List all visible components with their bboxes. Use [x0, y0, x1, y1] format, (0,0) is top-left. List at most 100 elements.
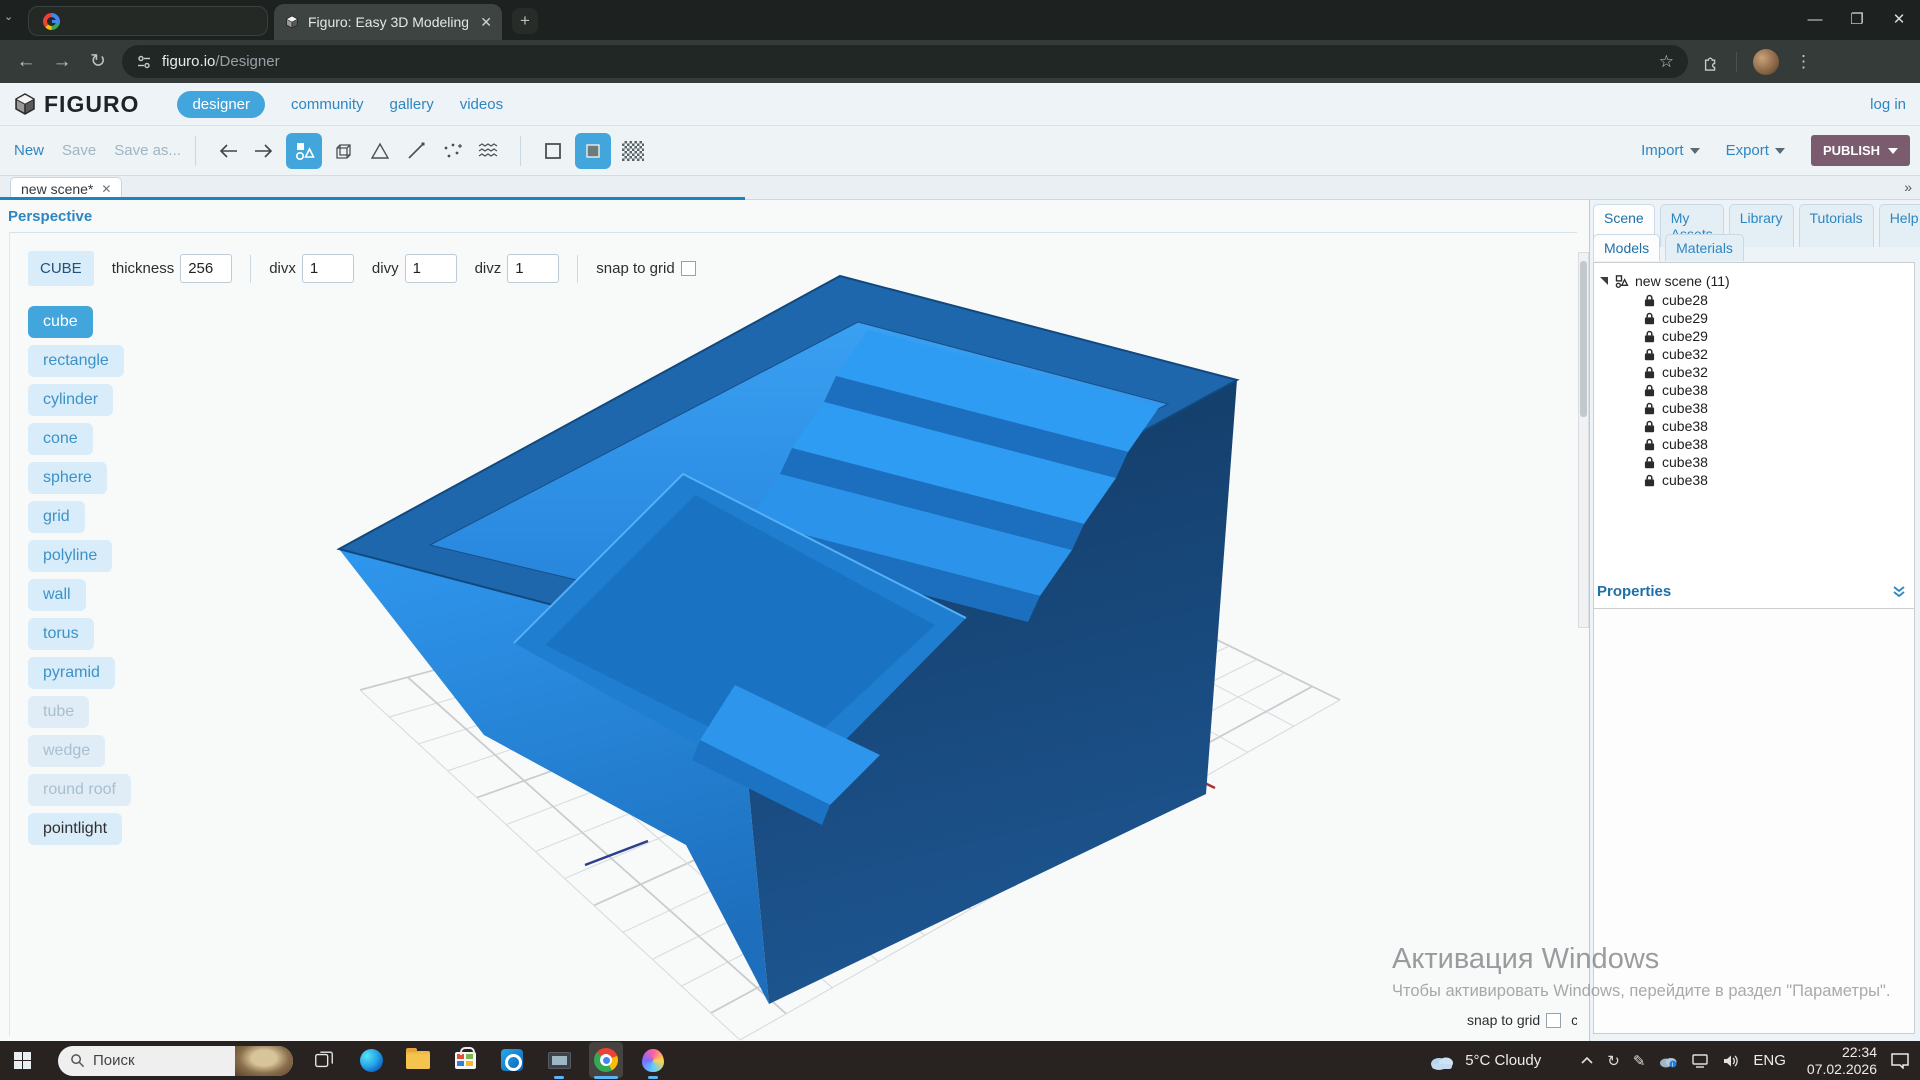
tree-root-row[interactable]: new scene (11)	[1600, 273, 1914, 289]
shape-button-polyline[interactable]: polyline	[28, 540, 112, 572]
publish-button[interactable]: PUBLISH	[1811, 135, 1910, 166]
wave-lines-icon[interactable]	[473, 136, 503, 166]
screen-app-button[interactable]	[542, 1042, 576, 1078]
tab-close-icon[interactable]: ✕	[480, 14, 492, 31]
nav-community[interactable]: community	[291, 96, 364, 113]
export-dropdown[interactable]: Export	[1726, 142, 1785, 159]
viewport-scrollbar[interactable]	[1578, 252, 1589, 628]
new-tab-button[interactable]: +	[512, 8, 538, 34]
tab-tutorials[interactable]: Tutorials	[1799, 204, 1874, 247]
language-indicator[interactable]: ENG	[1753, 1052, 1786, 1069]
tree-item[interactable]: cube29	[1644, 327, 1914, 345]
scrollbar-thumb[interactable]	[1580, 261, 1587, 417]
notification-center-icon[interactable]	[1890, 1052, 1910, 1069]
shape-button-cylinder[interactable]: cylinder	[28, 384, 113, 416]
tab-models[interactable]: Models	[1593, 234, 1660, 261]
tree-item[interactable]: cube29	[1644, 309, 1914, 327]
shape-button-wall[interactable]: wall	[28, 579, 86, 611]
scene-tab-close-icon[interactable]: ✕	[101, 182, 111, 196]
new-button[interactable]: New	[14, 142, 44, 159]
window-close-button[interactable]: ✕	[1878, 0, 1920, 38]
properties-header[interactable]: Properties	[1593, 583, 1915, 600]
cube-tool-icon[interactable]	[329, 136, 359, 166]
start-button[interactable]	[0, 1041, 44, 1080]
shape-button-grid[interactable]: grid	[28, 501, 85, 533]
divz-input[interactable]	[507, 254, 559, 283]
file-explorer-button[interactable]	[401, 1042, 435, 1078]
save-as-button[interactable]: Save as...	[114, 142, 181, 159]
tree-item[interactable]: cube38	[1644, 399, 1914, 417]
tab-help[interactable]: Help	[1879, 204, 1920, 247]
nav-designer[interactable]: designer	[177, 91, 265, 118]
network-icon[interactable]	[1691, 1054, 1709, 1068]
shape-button-pointlight[interactable]: pointlight	[28, 813, 122, 845]
tree-item[interactable]: cube32	[1644, 363, 1914, 381]
divx-input[interactable]	[302, 254, 354, 283]
tab-search-chevron-icon[interactable]: ⌄	[4, 10, 13, 23]
task-view-button[interactable]	[307, 1042, 341, 1078]
extensions-icon[interactable]	[1702, 53, 1720, 71]
browser-back-icon[interactable]: ←	[8, 51, 44, 73]
profile-avatar[interactable]	[1753, 49, 1779, 75]
redo-button[interactable]	[249, 136, 279, 166]
shape-button-tube[interactable]: tube	[28, 696, 89, 728]
search-highlight-image[interactable]	[235, 1046, 293, 1076]
tree-item[interactable]: cube38	[1644, 435, 1914, 453]
tree-item[interactable]: cube38	[1644, 417, 1914, 435]
tab-overflow-indicator[interactable]: »	[1904, 179, 1912, 195]
select-shapes-tool-button[interactable]	[286, 133, 322, 169]
collapse-chevrons-icon[interactable]	[1891, 585, 1907, 599]
import-dropdown[interactable]: Import	[1641, 142, 1700, 159]
view-mode-label[interactable]: Perspective	[8, 208, 92, 225]
browser-tab-blank[interactable]	[28, 6, 268, 36]
figuro-brand[interactable]: FIGURO	[12, 91, 139, 118]
shape-button-rectangle[interactable]: rectangle	[28, 345, 124, 377]
tree-item[interactable]: cube38	[1644, 471, 1914, 489]
save-button[interactable]: Save	[62, 142, 96, 159]
shape-button-cube[interactable]: cube	[28, 306, 93, 338]
nav-videos[interactable]: videos	[460, 96, 503, 113]
ms-store-button[interactable]	[448, 1042, 482, 1078]
site-settings-icon[interactable]	[136, 54, 152, 70]
tree-item[interactable]: cube32	[1644, 345, 1914, 363]
viewport-canvas[interactable]	[0, 200, 1577, 1041]
weather-widget[interactable]: 5°C Cloudy	[1428, 1051, 1541, 1071]
outlook-button[interactable]	[495, 1042, 529, 1078]
browser-tab-figuro[interactable]: Figuro: Easy 3D Modeling Onlin ✕	[274, 4, 502, 40]
bookmark-star-icon[interactable]: ☆	[1659, 52, 1674, 72]
shape-button-cone[interactable]: cone	[28, 423, 93, 455]
pen-icon[interactable]: ✎	[1633, 1052, 1646, 1070]
clock[interactable]: 22:34 07.02.2026	[1807, 1044, 1877, 1078]
browser-reload-icon[interactable]: ↻	[80, 50, 116, 73]
divy-input[interactable]	[405, 254, 457, 283]
tray-expand-icon[interactable]	[1580, 1056, 1594, 1065]
shape-button-sphere[interactable]: sphere	[28, 462, 107, 494]
textured-mode-icon[interactable]	[618, 136, 648, 166]
tab-materials[interactable]: Materials	[1665, 234, 1744, 261]
window-minimize-button[interactable]: —	[1794, 0, 1836, 38]
shape-button-torus[interactable]: torus	[28, 618, 94, 650]
taskbar-search[interactable]: Поиск	[58, 1046, 293, 1076]
chrome-button[interactable]	[589, 1042, 623, 1078]
snap-to-grid-bottom-checkbox[interactable]	[1546, 1013, 1561, 1028]
nav-gallery[interactable]: gallery	[390, 96, 434, 113]
volume-icon[interactable]	[1722, 1054, 1740, 1068]
shape-button-round-roof[interactable]: round roof	[28, 774, 131, 806]
shape-button-wedge[interactable]: wedge	[28, 735, 105, 767]
snap-to-grid-checkbox[interactable]	[681, 261, 696, 276]
tree-item[interactable]: cube38	[1644, 381, 1914, 399]
solid-mode-button[interactable]	[575, 133, 611, 169]
tree-expander-icon[interactable]	[1600, 277, 1608, 285]
line-tool-icon[interactable]	[401, 136, 431, 166]
paint-button[interactable]	[636, 1042, 670, 1078]
wireframe-mode-icon[interactable]	[538, 136, 568, 166]
rotation-lock-icon[interactable]: ↻	[1607, 1052, 1620, 1070]
browser-forward-icon[interactable]: →	[44, 51, 80, 73]
cone-tool-icon[interactable]	[365, 136, 395, 166]
tree-item[interactable]: cube38	[1644, 453, 1914, 471]
browser-menu-icon[interactable]: ⋮	[1795, 52, 1812, 72]
undo-button[interactable]	[213, 136, 243, 166]
onedrive-icon[interactable]: i	[1658, 1054, 1678, 1068]
thickness-input[interactable]	[180, 254, 232, 283]
tree-item[interactable]: cube28	[1644, 291, 1914, 309]
